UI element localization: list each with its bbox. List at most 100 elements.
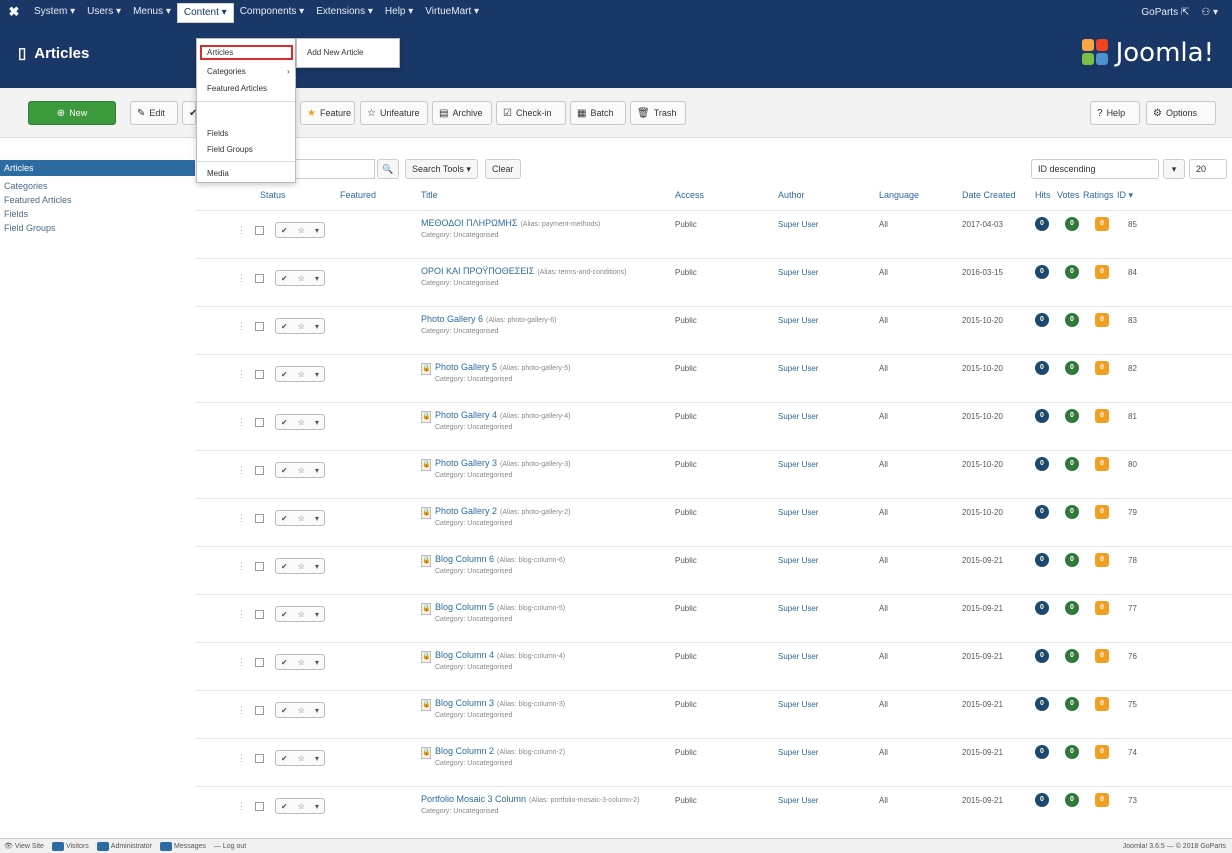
article-title-link[interactable]: Photo Gallery 4 (Alias: photo-gallery-4)	[435, 410, 570, 420]
article-title[interactable]: Blog Column 5	[435, 602, 494, 612]
lock-icon[interactable]: 🔒	[421, 603, 431, 615]
col-votes[interactable]: Votes	[1057, 190, 1080, 200]
row-checkbox[interactable]	[255, 274, 264, 283]
chevron-down-icon[interactable]: ▾	[315, 754, 319, 763]
options-button[interactable]: ⚙ Options	[1146, 101, 1216, 125]
article-author[interactable]: Super User	[778, 364, 818, 373]
drag-handle-icon[interactable]: ⋮	[237, 609, 246, 620]
article-author[interactable]: Super User	[778, 604, 818, 613]
article-author[interactable]: Super User	[778, 556, 818, 565]
article-author[interactable]: Super User	[778, 316, 818, 325]
drag-handle-icon[interactable]: ⋮	[237, 321, 246, 332]
dropdown-item-featured[interactable]: Featured Articles	[207, 84, 267, 93]
chevron-down-icon[interactable]: ▾	[315, 658, 319, 667]
publish-button[interactable]: ✔	[182, 101, 197, 125]
published-check-icon[interactable]: ✔	[281, 658, 288, 667]
col-status[interactable]: Status	[260, 190, 286, 200]
published-check-icon[interactable]: ✔	[281, 370, 288, 379]
help-button[interactable]: ? Help	[1090, 101, 1140, 125]
article-title[interactable]: Photo Gallery 4	[435, 410, 497, 420]
featured-star-icon[interactable]: ☆	[298, 322, 305, 331]
trash-button[interactable]: 🗑 Trash	[630, 101, 686, 125]
article-title-link[interactable]: ΟΡΟΙ ΚΑΙ ΠΡΟΫΠΟΘΕΣΕΙΣ (Alias: terms-and-c…	[421, 266, 626, 276]
featured-star-icon[interactable]: ☆	[298, 274, 305, 283]
dropdown-item-articles[interactable]: Articles	[200, 45, 293, 60]
chevron-down-icon[interactable]: ▾	[315, 322, 319, 331]
published-check-icon[interactable]: ✔	[281, 226, 288, 235]
col-access[interactable]: Access	[675, 190, 704, 200]
article-title[interactable]: Blog Column 3	[435, 698, 494, 708]
article-title[interactable]: Portfolio Mosaic 3 Column	[421, 794, 526, 804]
drag-handle-icon[interactable]: ⋮	[237, 417, 246, 428]
lock-icon[interactable]: 🔒	[421, 651, 431, 663]
lock-icon[interactable]: 🔒	[421, 555, 431, 567]
row-checkbox[interactable]	[255, 514, 264, 523]
published-check-icon[interactable]: ✔	[281, 610, 288, 619]
status-toggle-group[interactable]: ✔ ☆ ▾	[275, 318, 325, 334]
drag-handle-icon[interactable]: ⋮	[237, 657, 246, 668]
status-toggle-group[interactable]: ✔ ☆ ▾	[275, 510, 325, 526]
chevron-down-icon[interactable]: ▾	[315, 370, 319, 379]
article-title-link[interactable]: Photo Gallery 5 (Alias: photo-gallery-5)	[435, 362, 570, 372]
chevron-down-icon[interactable]: ▾	[315, 610, 319, 619]
status-toggle-group[interactable]: ✔ ☆ ▾	[275, 750, 325, 766]
drag-handle-icon[interactable]: ⋮	[237, 705, 246, 716]
article-title[interactable]: Blog Column 4	[435, 650, 494, 660]
featured-star-icon[interactable]: ☆	[298, 418, 305, 427]
article-title-link[interactable]: Blog Column 3 (Alias: blog-column-3)	[435, 698, 565, 708]
published-check-icon[interactable]: ✔	[281, 466, 288, 475]
chevron-down-icon[interactable]: ▾	[315, 418, 319, 427]
menu-components[interactable]: Components ▾	[234, 0, 311, 24]
published-check-icon[interactable]: ✔	[281, 754, 288, 763]
row-checkbox[interactable]	[255, 562, 264, 571]
row-checkbox[interactable]	[255, 802, 264, 811]
lock-icon[interactable]: 🔒	[421, 411, 431, 423]
status-toggle-group[interactable]: ✔ ☆ ▾	[275, 222, 325, 238]
article-title[interactable]: Photo Gallery 3	[435, 458, 497, 468]
col-id[interactable]: ID ▾	[1117, 190, 1133, 201]
sidebar-item-articles[interactable]: Articles	[0, 160, 195, 176]
status-toggle-group[interactable]: ✔ ☆ ▾	[275, 414, 325, 430]
article-title[interactable]: Blog Column 6	[435, 554, 494, 564]
featured-star-icon[interactable]: ☆	[298, 466, 305, 475]
clear-button[interactable]: Clear	[485, 159, 521, 179]
published-check-icon[interactable]: ✔	[281, 514, 288, 523]
article-title-link[interactable]: Portfolio Mosaic 3 Column (Alias: portfol…	[421, 794, 640, 804]
article-author[interactable]: Super User	[778, 220, 818, 229]
article-author[interactable]: Super User	[778, 268, 818, 277]
status-toggle-group[interactable]: ✔ ☆ ▾	[275, 366, 325, 382]
menu-system[interactable]: System ▾	[28, 0, 81, 24]
menu-users[interactable]: Users ▾	[81, 0, 127, 24]
chevron-down-icon[interactable]: ▾	[315, 706, 319, 715]
article-title-link[interactable]: Blog Column 5 (Alias: blog-column-5)	[435, 602, 565, 612]
direction-select[interactable]: ▾	[1163, 159, 1185, 179]
col-author[interactable]: Author	[778, 190, 805, 200]
featured-star-icon[interactable]: ☆	[298, 658, 305, 667]
lock-icon[interactable]: 🔒	[421, 507, 431, 519]
article-title-link[interactable]: Photo Gallery 3 (Alias: photo-gallery-3)	[435, 458, 570, 468]
menu-menus[interactable]: Menus ▾	[127, 0, 177, 24]
article-title[interactable]: Blog Column 2	[435, 746, 494, 756]
drag-handle-icon[interactable]: ⋮	[237, 465, 246, 476]
unfeature-button[interactable]: ☆ Unfeature	[360, 101, 428, 125]
col-hits[interactable]: Hits	[1035, 190, 1051, 200]
col-ratings[interactable]: Ratings	[1083, 190, 1114, 200]
chevron-down-icon[interactable]: ▾	[315, 466, 319, 475]
published-check-icon[interactable]: ✔	[281, 802, 288, 811]
article-author[interactable]: Super User	[778, 412, 818, 421]
menu-extensions[interactable]: Extensions ▾	[310, 0, 379, 24]
col-title[interactable]: Title	[421, 190, 438, 200]
row-checkbox[interactable]	[255, 466, 264, 475]
article-title-link[interactable]: Photo Gallery 2 (Alias: photo-gallery-2)	[435, 506, 570, 516]
search-button[interactable]: 🔍	[377, 159, 399, 179]
article-title[interactable]: Photo Gallery 6	[421, 314, 483, 324]
ordering-select[interactable]: ID descending	[1031, 159, 1159, 179]
col-featured[interactable]: Featured	[340, 190, 376, 200]
status-view-site[interactable]: 👁 View Site	[4, 842, 44, 851]
status-toggle-group[interactable]: ✔ ☆ ▾	[275, 462, 325, 478]
chevron-down-icon[interactable]: ▾	[315, 514, 319, 523]
status-toggle-group[interactable]: ✔ ☆ ▾	[275, 558, 325, 574]
checkin-button[interactable]: ☑ Check-in	[496, 101, 566, 125]
row-checkbox[interactable]	[255, 370, 264, 379]
archive-button[interactable]: ▤ Archive	[432, 101, 492, 125]
